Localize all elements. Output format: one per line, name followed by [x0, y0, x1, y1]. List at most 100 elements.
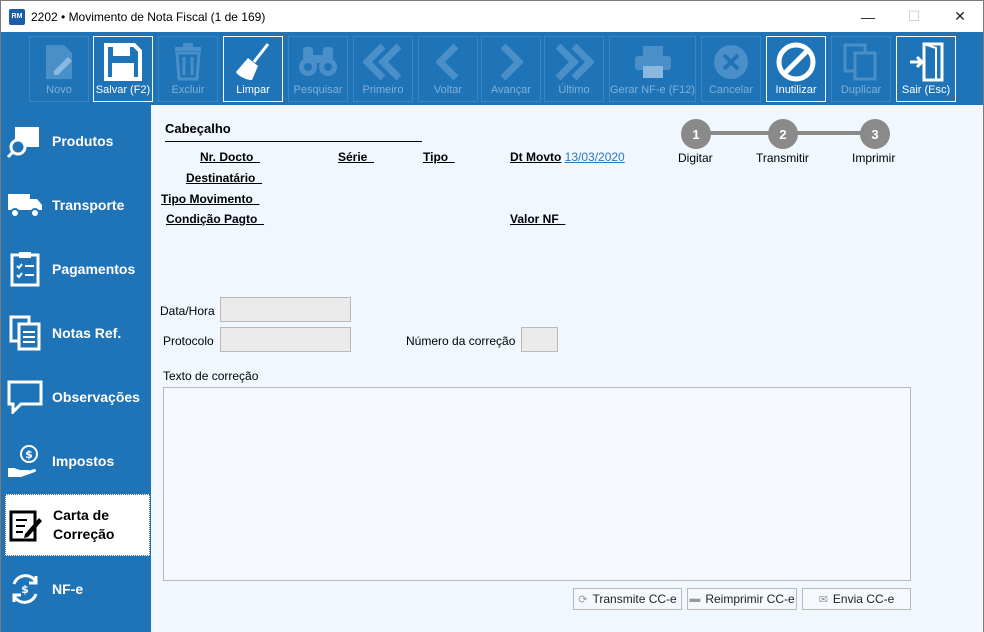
condicao-pagto-label: Condição Pagto [166, 212, 265, 226]
invalidate-button[interactable]: Inutilizar [766, 36, 826, 102]
minimize-button[interactable]: — [845, 1, 891, 32]
sidebar-label-produtos: Produtos [52, 133, 114, 149]
printer-icon [633, 40, 673, 84]
hand-money-icon: $ [7, 443, 43, 479]
sidebar-label-carta-correcao: Carta de Correção [53, 506, 114, 544]
back-button[interactable]: Voltar [418, 36, 478, 102]
data-hora-input[interactable] [220, 297, 351, 322]
refresh-icon: ⟳ [578, 593, 588, 606]
printer-small-icon: ▬ [689, 593, 701, 605]
serie-label: Série [338, 150, 375, 164]
close-button[interactable]: ✕ [937, 1, 983, 32]
svg-text:$: $ [21, 583, 29, 596]
transmit-cce-label: Transmite CC-e [592, 592, 677, 606]
forward-button[interactable]: Avançar [481, 36, 541, 102]
tipo-movimento-label: Tipo Movimento [161, 192, 260, 206]
svg-text:$: $ [25, 448, 33, 461]
speech-bubble-icon [7, 379, 43, 415]
sidebar-item-nfe[interactable]: $ NF-e [5, 558, 151, 620]
clipboard-checklist-icon [7, 251, 43, 287]
cancel-button[interactable]: Cancelar [701, 36, 761, 102]
delete-button[interactable]: Excluir [158, 36, 218, 102]
sidebar-item-transporte[interactable]: Transporte [5, 174, 151, 236]
new-button[interactable]: Novo [29, 36, 89, 102]
dt-movto-field: Dt Movto 13/03/2020 [510, 150, 625, 164]
step-label-3: Imprimir [852, 151, 896, 165]
invalidate-button-label: Inutilizar [775, 84, 817, 96]
destinatario-label: Destinatário [186, 171, 263, 185]
search-button[interactable]: Pesquisar [288, 36, 348, 102]
document-edit-icon [8, 507, 44, 543]
exit-door-icon [906, 40, 946, 84]
truck-icon [7, 187, 43, 223]
sidebar-label-transporte: Transporte [52, 197, 125, 213]
main-content: Cabeçalho Nr. Docto Série Tipo Dt Movto … [151, 105, 983, 632]
new-button-label: Novo [46, 84, 72, 96]
floppy-disk-icon [103, 40, 143, 84]
envelope-icon: ✉ [818, 593, 828, 606]
cancel-button-label: Cancelar [708, 84, 754, 96]
tipo-label: Tipo [423, 150, 455, 164]
sidebar-label-carta-line1: Carta de [53, 507, 110, 523]
last-button[interactable]: Último [544, 36, 604, 102]
header-title: Cabeçalho [165, 121, 231, 136]
search-button-label: Pesquisar [293, 84, 343, 96]
sidebar-label-notas-ref: Notas Ref. [52, 325, 122, 341]
last-button-label: Último [558, 84, 590, 96]
sidebar-item-carta-correcao[interactable]: Carta de Correção [5, 494, 150, 556]
maximize-button[interactable]: ☐ [891, 1, 937, 32]
send-cce-button[interactable]: ✉ Envia CC-e [802, 588, 911, 610]
save-button[interactable]: Salvar (F2) [93, 36, 153, 102]
transmit-cce-button[interactable]: ⟳ Transmite CC-e [573, 588, 682, 610]
dt-movto-value[interactable]: 13/03/2020 [565, 150, 625, 164]
valor-nf-label: Valor NF [510, 212, 566, 226]
sidebar-item-produtos[interactable]: Produtos [5, 110, 151, 172]
numero-correcao-input[interactable] [521, 327, 558, 352]
window-title: 2202 • Movimento de Nota Fiscal (1 de 16… [31, 9, 266, 24]
broom-icon [233, 40, 273, 84]
generate-nfe-button[interactable]: Gerar NF-e (F12) [609, 36, 696, 102]
sidebar-item-pagamentos[interactable]: Pagamentos [5, 238, 151, 300]
sidebar-item-observacoes[interactable]: Observações [5, 366, 151, 428]
documents-icon [7, 315, 43, 351]
exit-button[interactable]: Sair (Esc) [896, 36, 956, 102]
reprint-cce-button[interactable]: ▬ Reimprimir CC-e [687, 588, 797, 610]
data-hora-label: Data/Hora [160, 304, 215, 318]
title-bar: RM 2202 • Movimento de Nota Fiscal (1 de… [1, 1, 983, 32]
sidebar-item-notas-ref[interactable]: Notas Ref. [5, 302, 151, 364]
double-chevron-right-icon [554, 40, 594, 84]
duplicate-button[interactable]: Duplicar [831, 36, 891, 102]
sidebar-label-carta-line2: Correção [53, 526, 115, 542]
sidebar-label-impostos: Impostos [52, 453, 115, 469]
step-circle-3: 3 [860, 119, 890, 149]
sidebar-label-observacoes: Observações [52, 389, 140, 405]
delete-button-label: Excluir [171, 84, 205, 96]
toolbar: Novo Salvar (F2) Excluir Limpar Pesquisa… [1, 32, 983, 105]
double-chevron-left-icon [363, 40, 403, 84]
chevron-left-icon [428, 40, 468, 84]
texto-correcao-textarea[interactable] [163, 387, 911, 581]
first-button-label: Primeiro [362, 84, 404, 96]
x-circle-icon [711, 40, 751, 84]
sidebar-label-nfe: NF-e [52, 581, 84, 597]
chevron-right-icon [491, 40, 531, 84]
first-button[interactable]: Primeiro [353, 36, 413, 102]
send-cce-label: Envia CC-e [832, 592, 895, 606]
nr-docto-label: Nr. Docto [200, 150, 261, 164]
app-window: RM 2202 • Movimento de Nota Fiscal (1 de… [0, 0, 984, 632]
sidebar-item-impostos[interactable]: $ Impostos [5, 430, 151, 492]
forward-button-label: Avançar [490, 84, 532, 96]
protocolo-input[interactable] [220, 327, 351, 352]
reprint-cce-label: Reimprimir CC-e [705, 592, 795, 606]
exit-button-label: Sair (Esc) [901, 84, 951, 96]
sidebar-label-pagamentos: Pagamentos [52, 261, 136, 277]
window-controls: — ☐ ✕ [845, 1, 983, 32]
binoculars-icon [298, 40, 338, 84]
step-label-2: Transmitir [756, 151, 809, 165]
step-circle-2: 2 [768, 119, 798, 149]
copy-icon [841, 40, 881, 84]
protocolo-label: Protocolo [163, 334, 214, 348]
clear-button[interactable]: Limpar [223, 36, 283, 102]
trash-icon [168, 40, 208, 84]
product-search-icon [7, 123, 43, 159]
